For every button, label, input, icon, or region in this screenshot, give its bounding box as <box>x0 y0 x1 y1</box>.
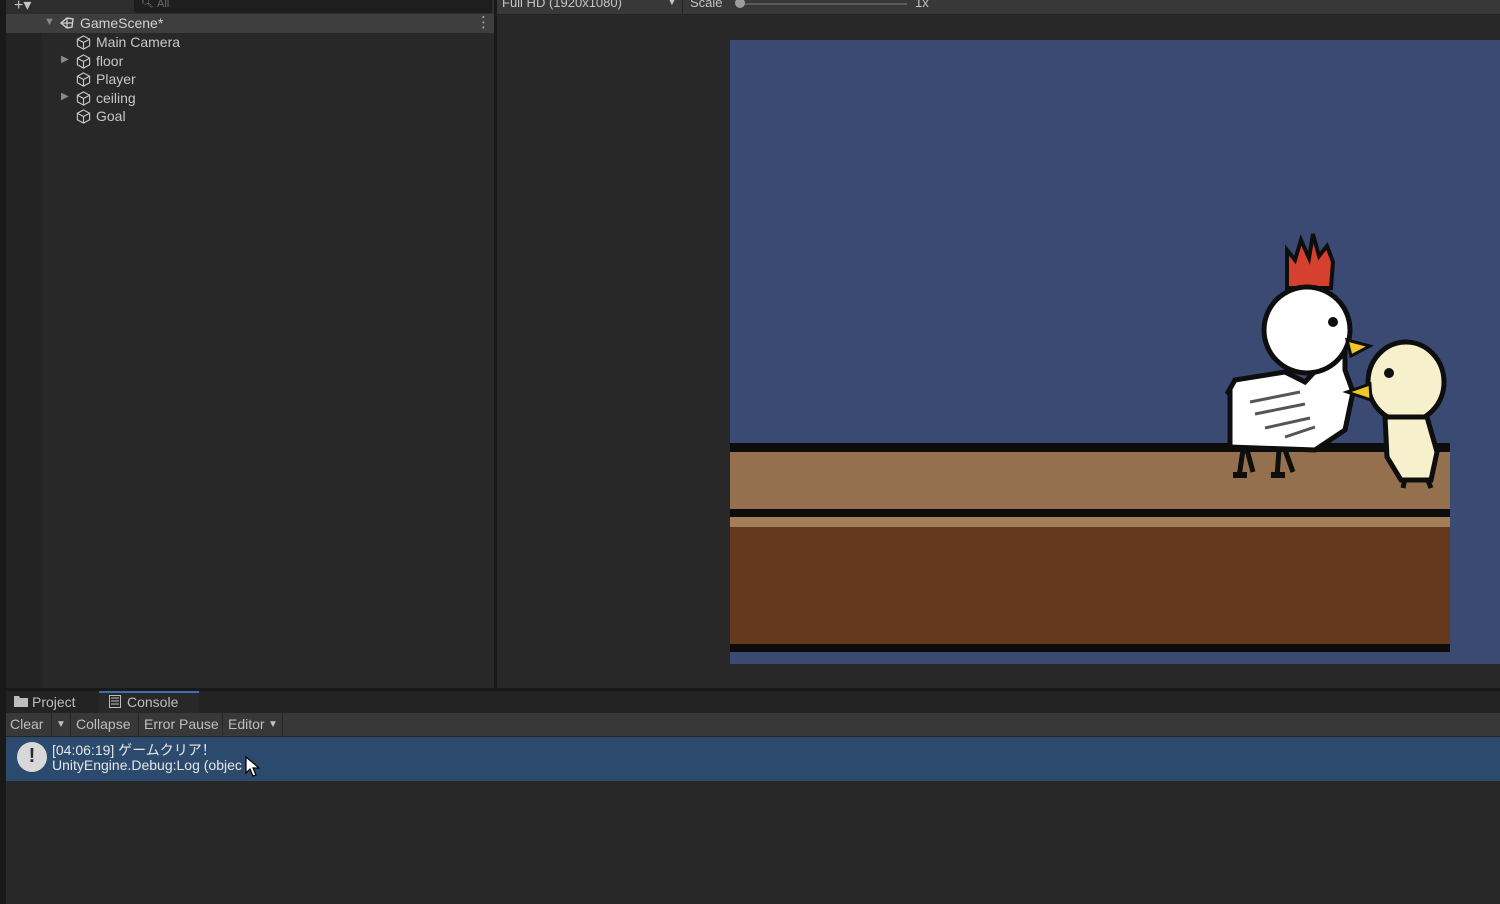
scale-value: 1x <box>915 0 929 10</box>
hierarchy-item-floor[interactable]: ▶ floor <box>54 52 494 70</box>
more-options-icon[interactable]: ⋮ <box>476 13 491 31</box>
folder-icon <box>14 694 28 710</box>
hierarchy-item-goal[interactable]: Goal <box>54 107 494 125</box>
hierarchy-item-ceiling[interactable]: ▶ ceiling <box>54 89 494 107</box>
hierarchy-item-player[interactable]: Player <box>54 70 494 88</box>
hierarchy-item-label: floor <box>96 53 124 69</box>
unity-scene-icon <box>59 15 75 34</box>
hierarchy-item-label: Goal <box>96 108 126 124</box>
bottom-tab-bar: Project Console <box>6 691 1500 713</box>
hierarchy-item-label: Player <box>96 71 136 87</box>
hierarchy-toolbar: +▾ 🔍︎ All <box>6 0 494 14</box>
player-characters <box>1224 233 1447 489</box>
toolbar-divider <box>222 713 223 736</box>
toolbar-divider <box>138 713 139 736</box>
log-stacktrace: UnityEngine.Debug:Log (objec <box>52 757 242 773</box>
game-viewport[interactable] <box>730 40 1500 664</box>
clear-button[interactable]: Clear <box>10 716 43 732</box>
scale-label: Scale <box>690 0 723 10</box>
hen-head <box>1261 284 1353 376</box>
editor-dropdown[interactable]: Editor <box>228 716 265 732</box>
gameobject-cube-icon <box>76 109 91 127</box>
dropdown-caret-icon[interactable]: ▼ <box>268 719 278 730</box>
toolbar-divider <box>282 713 283 736</box>
mouse-cursor-icon <box>245 756 261 777</box>
scene-name: GameScene* <box>80 15 164 31</box>
game-view-toolbar: Full HD (1920x1080) ▼ Scale 1x <box>497 0 1500 15</box>
scale-slider[interactable] <box>737 3 907 5</box>
toolbar-divider <box>682 0 683 14</box>
scale-slider-handle[interactable] <box>735 0 745 8</box>
hierarchy-indent-gutter <box>6 14 42 688</box>
hierarchy-panel: +▾ 🔍︎ All ▼ GameScene* ⋮ Main Camera ▶ f… <box>6 0 494 688</box>
gameobject-cube-icon <box>76 35 91 53</box>
hierarchy-search-placeholder: All <box>157 0 170 10</box>
hierarchy-item-label: ceiling <box>96 90 136 106</box>
error-pause-button[interactable]: Error Pause <box>144 716 219 732</box>
console-toolbar: Clear ▼ Collapse Error Pause Editor ▼ <box>6 713 1500 737</box>
hierarchy-item-main-camera[interactable]: Main Camera <box>54 33 494 51</box>
crown-icon <box>1285 233 1336 290</box>
expand-arrow-icon[interactable]: ▶ <box>61 91 69 102</box>
chick-body <box>1382 414 1440 483</box>
info-message-icon: ! <box>17 742 47 772</box>
hierarchy-search-input[interactable]: 🔍︎ All <box>134 0 492 13</box>
console-icon <box>109 695 121 711</box>
tab-console[interactable]: Console <box>99 691 199 713</box>
add-object-button[interactable]: +▾ <box>14 0 31 15</box>
search-icon: 🔍︎ <box>141 0 154 9</box>
game-view-panel: Full HD (1920x1080) ▼ Scale 1x <box>497 0 1500 688</box>
expand-arrow-icon[interactable]: ▶ <box>61 54 69 65</box>
tab-label: Project <box>32 694 76 710</box>
hierarchy-item-label: Main Camera <box>96 34 181 50</box>
hen-beak <box>1344 337 1375 359</box>
dropdown-caret-icon[interactable]: ▼ <box>667 0 677 8</box>
toolbar-divider <box>51 713 52 736</box>
expand-arrow-icon[interactable]: ▼ <box>44 16 55 28</box>
resolution-dropdown[interactable]: Full HD (1920x1080) <box>502 0 622 10</box>
clear-options-dropdown-icon[interactable]: ▼ <box>56 719 66 730</box>
console-log-entry[interactable]: ! [04:06:19] ゲームクリア！ UnityEngine.Debug:L… <box>6 737 1500 781</box>
collapse-button[interactable]: Collapse <box>76 716 130 732</box>
chick-head <box>1365 339 1447 425</box>
gameobject-cube-icon <box>76 72 91 90</box>
tab-label: Console <box>127 694 179 710</box>
tab-project[interactable]: Project <box>6 691 98 713</box>
toolbar-divider <box>70 713 71 736</box>
scene-row[interactable]: ▼ GameScene* ⋮ <box>6 14 494 33</box>
